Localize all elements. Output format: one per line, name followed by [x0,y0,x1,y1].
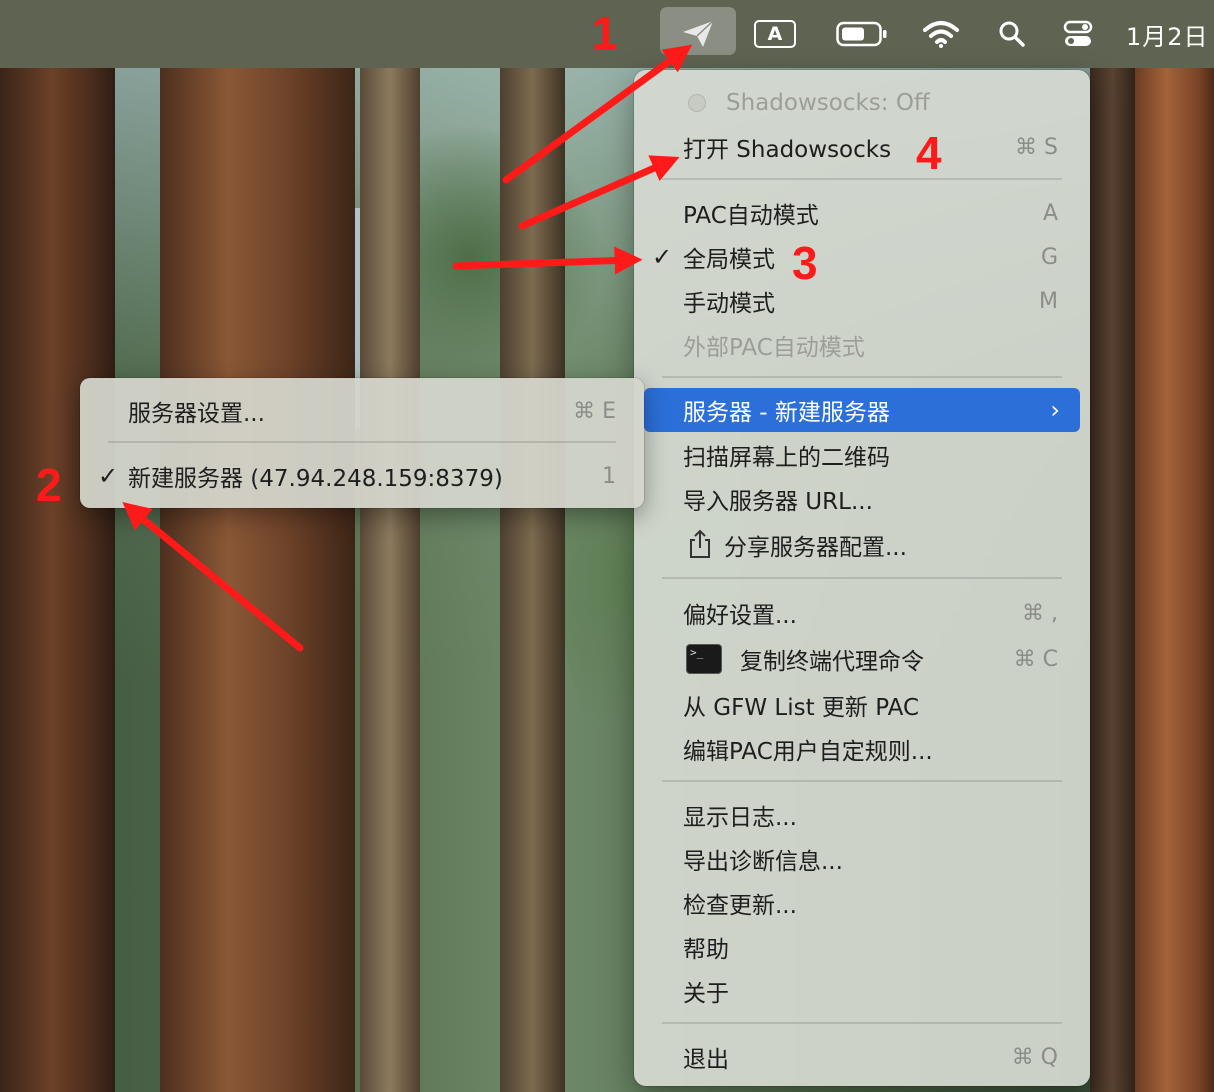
separator [662,376,1062,378]
battery-icon [836,21,887,47]
separator [662,780,1062,782]
import-url-label: 导入服务器 URL... [683,489,873,515]
battery-item[interactable] [834,0,890,68]
help-item[interactable]: 帮助 [644,925,1080,969]
export-diagnostics-item[interactable]: 导出诊断信息... [644,837,1080,881]
annotation-number-2: 2 [36,459,62,511]
share-config-item[interactable]: 分享服务器配置... [644,523,1080,567]
mode-pac-auto-shortcut: A [1042,200,1058,226]
update-pac-label: 从 GFW List 更新 PAC [683,695,920,721]
chevron-right-icon: › [1050,396,1060,424]
server-entry-item[interactable]: ✓ 新建服务器 (47.94.248.159:8379) 1 [90,454,634,498]
mode-manual[interactable]: 手动模式 M [644,279,1080,323]
quit-label: 退出 [683,1047,729,1073]
wifi-item[interactable] [918,0,964,68]
server-settings-label: 服务器设置... [128,401,265,427]
server-submenu-item[interactable]: 服务器 - 新建服务器 › [644,388,1080,432]
input-source-icon: A [754,20,796,48]
mode-global[interactable]: ✓ 全局模式 G [644,235,1080,279]
show-log-item[interactable]: 显示日志... [644,793,1080,837]
terminal-icon: >_ [686,644,722,674]
toggle-shadowsocks-label: 打开 Shadowsocks [683,137,892,163]
separator [662,577,1062,579]
share-config-label: 分享服务器配置... [724,535,907,561]
server-settings-shortcut: ⌘ E [573,398,616,424]
update-pac-item[interactable]: 从 GFW List 更新 PAC [644,683,1080,727]
copy-proxy-command-shortcut: ⌘ C [1013,646,1058,672]
server-settings-item[interactable]: 服务器设置... ⌘ E [90,389,634,433]
server-submenu-label: 服务器 - 新建服务器 [683,400,890,426]
wifi-icon [923,21,959,48]
edit-pac-rules-label: 编辑PAC用户自定规则... [683,739,933,765]
quit-item[interactable]: 退出 ⌘ Q [644,1035,1080,1079]
quit-shortcut: ⌘ Q [1011,1044,1058,1070]
separator [108,441,616,443]
mode-global-label: 全局模式 [683,247,775,273]
export-diagnostics-label: 导出诊断信息... [683,849,843,875]
status-dot-icon [688,94,706,112]
separator [662,1022,1062,1024]
check-updates-label: 检查更新... [683,893,797,919]
checkmark-icon: ✓ [652,243,673,271]
mode-external-pac-label: 外部PAC自动模式 [683,335,865,361]
annotation-number-3: 3 [792,237,818,289]
copy-proxy-command-item[interactable]: >_ 复制终端代理命令 ⌘ C [644,637,1080,681]
toggle-shadowsocks-shortcut: ⌘ S [1015,134,1058,160]
show-log-label: 显示日志... [683,805,797,831]
paper-plane-icon [683,20,714,47]
mode-external-pac: 外部PAC自动模式 [644,323,1080,367]
server-submenu: 服务器设置... ⌘ E ✓ 新建服务器 (47.94.248.159:8379… [80,378,644,508]
menubar-clock[interactable]: 1月2日 [1126,0,1214,68]
checkmark-icon: ✓ [98,462,119,490]
spotlight-item[interactable] [990,0,1034,68]
shadowsocks-menu: Shadowsocks: Off 打开 Shadowsocks ⌘ S PAC自… [634,70,1090,1086]
preferences-shortcut: ⌘ , [1022,600,1058,626]
separator [662,178,1062,180]
mode-global-shortcut: G [1040,244,1058,270]
mode-manual-shortcut: M [1039,288,1058,314]
scan-qr-item[interactable]: 扫描屏幕上的二维码 [644,433,1080,477]
annotation-number-4: 4 [916,127,942,179]
copy-proxy-command-label: 复制终端代理命令 [740,649,924,675]
about-item[interactable]: 关于 [644,969,1080,1013]
search-icon [999,21,1025,47]
preferences-label: 偏好设置... [683,603,797,629]
toggle-shadowsocks-item[interactable]: 打开 Shadowsocks ⌘ S [644,125,1080,169]
import-url-item[interactable]: 导入服务器 URL... [644,477,1080,521]
share-icon [690,529,710,558]
check-updates-item[interactable]: 检查更新... [644,881,1080,925]
scan-qr-label: 扫描屏幕上的二维码 [683,445,890,471]
server-entry-label: 新建服务器 (47.94.248.159:8379) [128,466,503,492]
annotation-number-1: 1 [592,7,618,59]
mode-pac-auto[interactable]: PAC自动模式 A [644,191,1080,235]
status-item: Shadowsocks: Off [644,81,1080,125]
about-label: 关于 [683,981,729,1007]
edit-pac-rules-item[interactable]: 编辑PAC用户自定规则... [644,727,1080,771]
mode-pac-auto-label: PAC自动模式 [683,203,819,229]
input-source-item[interactable]: A [752,0,798,68]
server-entry-shortcut: 1 [602,463,616,489]
help-label: 帮助 [683,937,729,963]
control-center-item[interactable] [1056,0,1100,68]
status-label: Shadowsocks: Off [726,90,930,116]
shadowsocks-status-item[interactable] [660,0,736,68]
mode-manual-label: 手动模式 [683,291,775,317]
control-center-icon [1063,20,1093,46]
preferences-item[interactable]: 偏好设置... ⌘ , [644,591,1080,635]
